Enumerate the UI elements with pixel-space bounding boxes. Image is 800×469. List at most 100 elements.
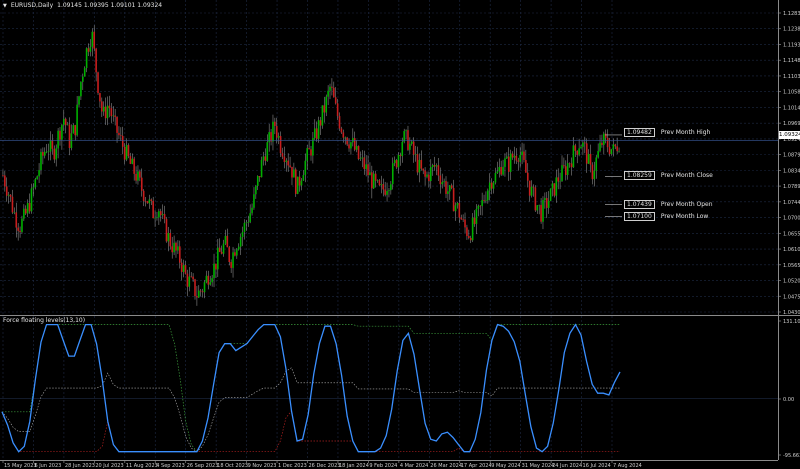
date-axis-label: 26 Dec 2023 [309, 463, 341, 469]
candle [291, 166, 293, 186]
chart-canvas[interactable]: 1.12830 1.12380 1.11930 1.11480 1.11030 1.105… [0, 0, 800, 469]
candle [169, 229, 172, 250]
candle [222, 239, 225, 257]
candle [226, 228, 229, 248]
date-axis-label: 17 Apr 2024 [461, 463, 492, 469]
candle [443, 178, 445, 187]
candle [47, 143, 50, 161]
candle [87, 43, 90, 57]
candle [171, 236, 173, 259]
candle [80, 81, 82, 100]
date-axis-label: 7 Aug 2024 [613, 463, 642, 469]
candle [211, 275, 213, 287]
price-axis-label: 1.04750 [783, 294, 800, 300]
candle [268, 123, 270, 152]
candle [173, 235, 175, 256]
candle [496, 161, 499, 174]
candle [585, 138, 588, 173]
candle [551, 180, 554, 197]
candle [180, 258, 183, 281]
candle [367, 155, 369, 183]
candle [376, 179, 379, 183]
candle [393, 156, 396, 167]
candle [506, 152, 508, 160]
candle [127, 143, 130, 159]
candle [5, 177, 8, 202]
candle [369, 162, 371, 176]
candle [477, 204, 480, 217]
candle [317, 116, 320, 143]
candle [479, 205, 482, 216]
candle [198, 285, 200, 299]
candle [293, 162, 295, 178]
triangle-down-icon[interactable]: ▼ [3, 3, 7, 9]
level-name: Prev Month High [660, 129, 711, 136]
candle [40, 148, 42, 175]
candle [545, 191, 548, 219]
candle [281, 147, 284, 160]
candle [315, 121, 318, 142]
candle [485, 191, 487, 204]
candle [21, 215, 23, 234]
ohlc-values: 1.09145 1.09395 1.09101 1.09324 [57, 2, 163, 9]
indicator-lines [0, 323, 778, 453]
candles [2, 25, 620, 306]
candle [283, 146, 286, 169]
candle [36, 175, 38, 180]
candle [139, 169, 141, 182]
candle [606, 129, 609, 153]
candle [456, 202, 459, 209]
date-axis-label: 28 Jun 2023 [65, 463, 95, 469]
candle [306, 145, 308, 170]
candle [146, 200, 149, 204]
candle [420, 150, 423, 171]
candle [220, 245, 223, 255]
indicator-axis-label: -95.6634 [783, 453, 800, 459]
candle [133, 156, 135, 181]
price-axis-label: 1.10140 [783, 105, 800, 111]
level-prev-month-low: 1.07100 Prev Month Low [624, 212, 708, 221]
candle [91, 28, 94, 57]
candle [372, 170, 375, 189]
candle [296, 176, 299, 195]
candle [177, 240, 179, 254]
candle [59, 127, 61, 146]
price-axis-label: 1.10580 [783, 90, 800, 96]
candle [498, 158, 501, 178]
candle [4, 170, 6, 192]
candle [429, 159, 432, 189]
candle [618, 147, 620, 153]
candle [469, 235, 472, 244]
price-axis-label: 1.11480 [783, 58, 800, 64]
candle [333, 81, 335, 98]
candle [255, 184, 257, 199]
candle [140, 168, 143, 197]
candle [148, 194, 151, 209]
level-name: Prev Month Close [660, 172, 713, 179]
candle [517, 157, 520, 171]
candle [270, 129, 272, 146]
date-axis-label: 9 Feb 2024 [369, 463, 397, 469]
price-axis-label: 1.05200 [783, 279, 800, 285]
candle [418, 153, 421, 183]
candle [237, 243, 240, 251]
candle [407, 125, 409, 152]
candle [256, 175, 259, 191]
candle [213, 253, 215, 288]
candle [272, 114, 274, 151]
candle [131, 153, 134, 165]
candle [587, 149, 590, 164]
date-axis-label: 6 Jun 2023 [34, 463, 61, 469]
date-axis-label: 1 Dec 2023 [278, 463, 307, 469]
candle [230, 259, 232, 274]
candle [424, 167, 426, 186]
candle [452, 179, 455, 212]
candle [93, 25, 96, 52]
candle [142, 189, 145, 207]
candle [464, 212, 466, 233]
candle [384, 181, 386, 197]
candle [357, 145, 360, 161]
price-axis-label: 1.05650 [783, 263, 800, 269]
candle [85, 47, 88, 73]
date-axis-label: 20 Jul 2023 [95, 463, 123, 469]
